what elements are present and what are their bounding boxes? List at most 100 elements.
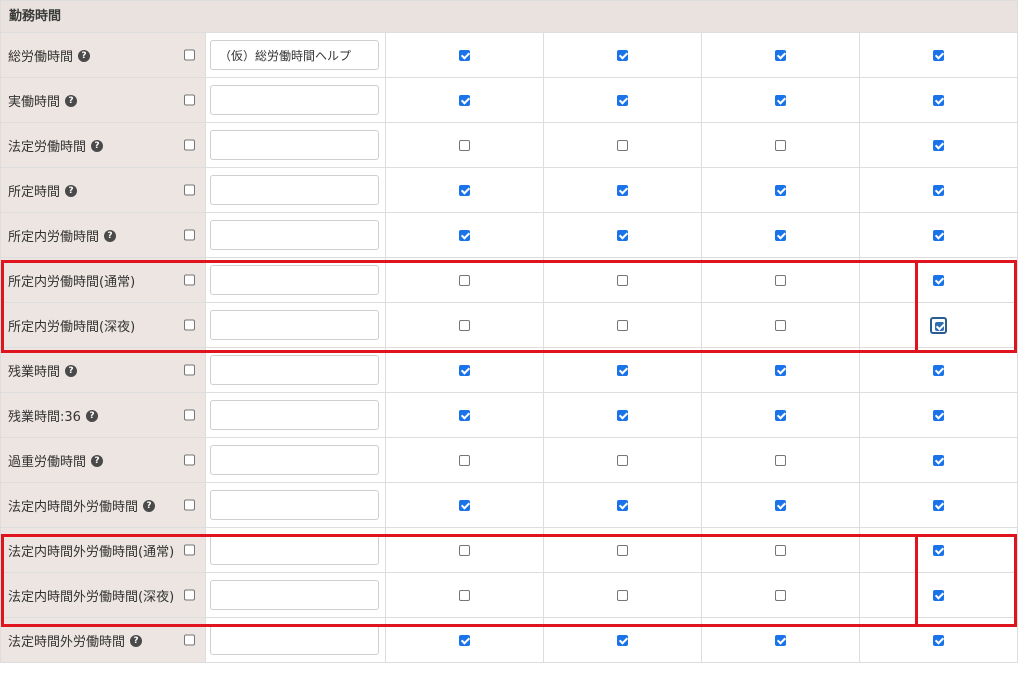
column-1-checkbox[interactable] [459,454,470,466]
column-3-checkbox[interactable] [775,364,786,376]
column-3-checkbox[interactable] [775,94,786,106]
column-1-checkbox[interactable] [459,49,470,61]
help-icon[interactable]: ? [130,635,143,647]
column-4-checkbox[interactable] [933,364,944,376]
row-select-checkbox[interactable] [184,634,195,646]
column-4-checkbox[interactable] [933,139,944,151]
row-select-checkbox[interactable] [184,499,195,511]
help-icon[interactable]: ? [91,455,104,467]
row-select-checkbox[interactable] [184,229,195,241]
column-2-checkbox[interactable] [617,94,628,106]
help-icon[interactable]: ? [65,95,78,107]
help-text-input[interactable] [210,625,379,655]
row-select-checkbox[interactable] [184,454,195,466]
help-text-input[interactable] [210,40,379,70]
column-1-checkbox[interactable] [459,409,470,421]
help-text-input[interactable] [210,445,379,475]
column-2-checkbox[interactable] [617,409,628,421]
column-2-checkbox[interactable] [617,499,628,511]
help-text-input[interactable] [210,490,379,520]
help-text-input[interactable] [210,130,379,160]
help-text-input[interactable] [210,535,379,565]
column-4-checkbox[interactable] [933,274,944,286]
help-icon[interactable]: ? [104,230,117,242]
column-1-checkbox[interactable] [459,499,470,511]
help-text-input[interactable] [210,85,379,115]
row-select-checkbox[interactable] [184,94,195,106]
column-2-checkbox[interactable] [617,634,628,646]
column-4-checkbox[interactable] [933,544,944,556]
column-2-checkbox[interactable] [617,454,628,466]
column-4-checkbox[interactable] [933,499,944,511]
column-2-checkbox[interactable] [617,589,628,601]
column-3-checkbox[interactable] [775,139,786,151]
column-4-checkbox[interactable] [933,94,944,106]
column-3-checkbox[interactable] [775,634,786,646]
help-icon[interactable]: ? [78,50,91,62]
column-3-checkbox[interactable] [775,184,786,196]
row-select-checkbox[interactable] [184,139,195,151]
column-4-checkbox[interactable] [933,409,944,421]
column-1-checkbox[interactable] [459,589,470,601]
column-2-checkbox[interactable] [617,184,628,196]
checkbox-cell [859,257,1018,303]
row-label-cell: 所定時間? [0,167,206,213]
column-3-checkbox[interactable] [775,49,786,61]
column-1-checkbox[interactable] [459,184,470,196]
help-text-input[interactable] [210,580,379,610]
column-3-checkbox[interactable] [775,499,786,511]
column-3-checkbox[interactable] [775,589,786,601]
help-icon[interactable]: ? [85,410,98,422]
column-4-checkbox[interactable] [933,49,944,61]
row-select-checkbox[interactable] [184,589,195,601]
help-text-input[interactable] [210,220,379,250]
column-1-checkbox[interactable] [459,319,470,331]
column-1-checkbox[interactable] [459,544,470,556]
help-text-input[interactable] [210,175,379,205]
column-2-checkbox[interactable] [617,319,628,331]
column-1-checkbox[interactable] [459,364,470,376]
row-select-checkbox[interactable] [184,409,195,421]
column-1-checkbox[interactable] [459,274,470,286]
column-2-checkbox[interactable] [617,49,628,61]
checkbox-cell [701,392,860,438]
column-4-checkbox[interactable] [933,589,944,601]
column-2-checkbox[interactable] [617,229,628,241]
help-text-input[interactable] [210,265,379,295]
row-select-checkbox[interactable] [184,319,195,331]
column-1-checkbox[interactable] [459,634,470,646]
column-1-checkbox[interactable] [459,94,470,106]
help-text-input[interactable] [210,400,379,430]
row-select-checkbox[interactable] [184,49,195,61]
column-1-checkbox[interactable] [459,139,470,151]
column-4-checkbox[interactable] [933,229,944,241]
column-3-checkbox[interactable] [775,229,786,241]
row-select-checkbox[interactable] [184,184,195,196]
help-text-input[interactable] [210,310,379,340]
column-2-checkbox[interactable] [617,274,628,286]
help-icon[interactable]: ? [65,365,78,377]
column-3-checkbox[interactable] [775,319,786,331]
row-label: 実働時間 [8,94,61,110]
column-4-checkbox[interactable] [933,454,944,466]
help-text-input[interactable] [210,355,379,385]
column-3-checkbox[interactable] [775,409,786,421]
row-select-checkbox[interactable] [184,544,195,556]
column-4-checkbox[interactable] [933,634,944,646]
checkbox-cell [701,257,860,303]
help-icon[interactable]: ? [65,185,78,197]
help-icon[interactable]: ? [143,500,156,512]
column-2-checkbox[interactable] [617,544,628,556]
column-2-checkbox[interactable] [617,364,628,376]
column-3-checkbox[interactable] [775,544,786,556]
checkbox-cell [543,167,702,213]
column-2-checkbox[interactable] [617,139,628,151]
column-3-checkbox[interactable] [775,274,786,286]
help-icon[interactable]: ? [91,140,104,152]
column-1-checkbox[interactable] [459,229,470,241]
row-select-checkbox[interactable] [184,274,195,286]
row-select-checkbox[interactable] [184,364,195,376]
column-4-checkbox[interactable] [933,184,944,196]
column-3-checkbox[interactable] [775,454,786,466]
column-4-checkbox[interactable] [930,316,947,334]
